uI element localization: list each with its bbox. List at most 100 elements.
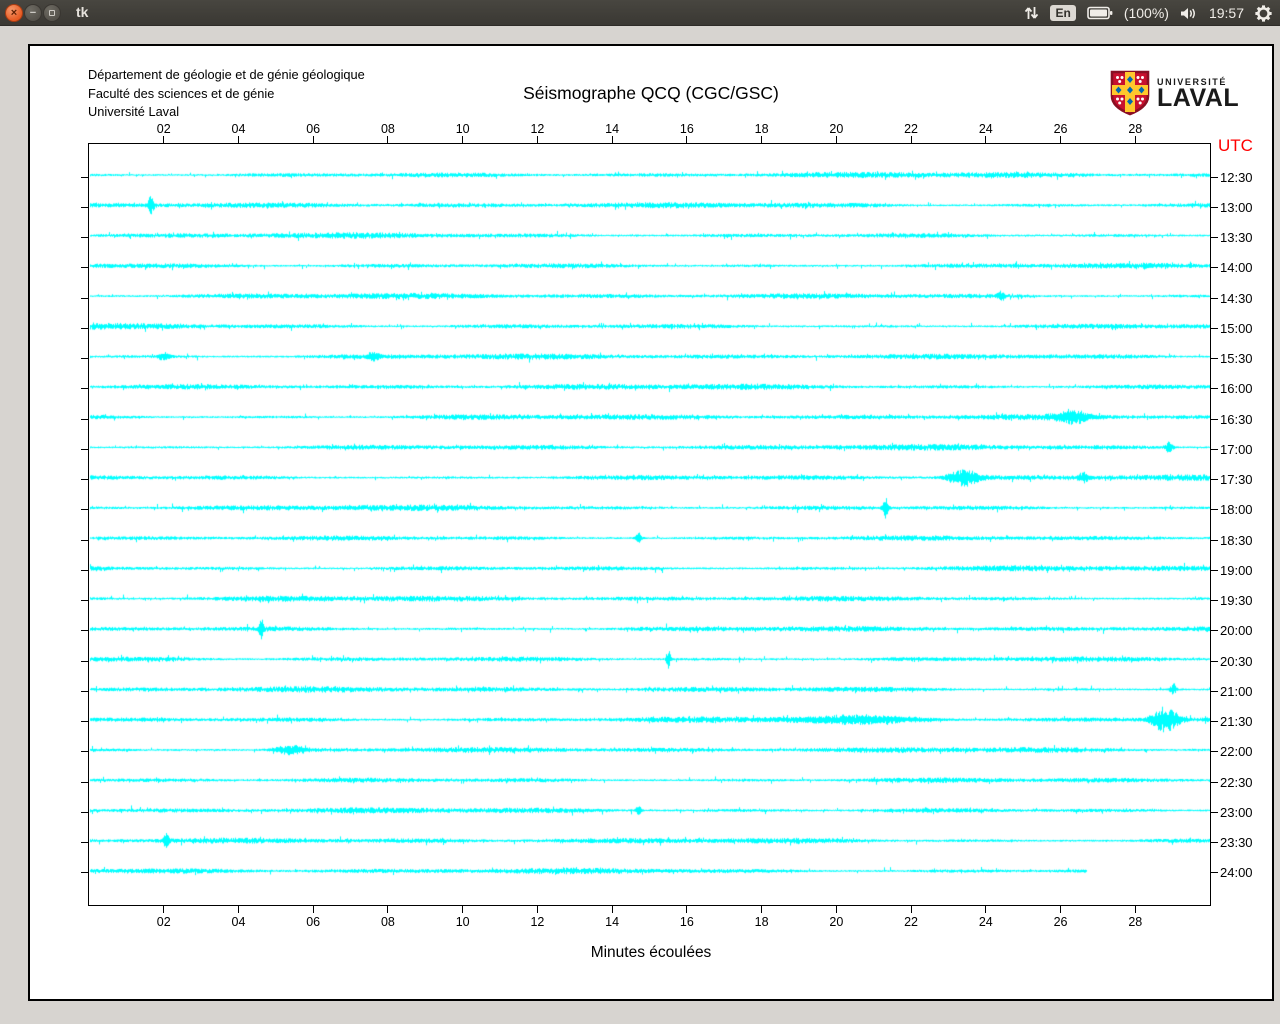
x-tick-label-top: 18: [754, 122, 769, 136]
x-tick-bottom: [387, 906, 389, 913]
x-axis-title: Minutes écoulées: [590, 944, 712, 961]
y-tick-left: [81, 297, 88, 299]
utc-time-label: 15:30: [1220, 351, 1253, 367]
x-tick-label-top: 22: [904, 122, 919, 136]
system-tray: En (100%) 19:57: [1024, 0, 1272, 26]
x-tick-label-bottom: 18: [754, 915, 769, 929]
y-tick-right: [1211, 721, 1218, 723]
y-tick-right: [1211, 811, 1218, 813]
utc-time-label: 22:00: [1220, 744, 1253, 760]
utc-time-label: 13:00: [1220, 199, 1253, 215]
utc-time-label: 12:30: [1220, 169, 1253, 185]
utc-time-label: 23:30: [1220, 835, 1253, 851]
x-tick-label-bottom: 08: [380, 915, 395, 929]
y-tick-right: [1211, 418, 1218, 420]
clock[interactable]: 19:57: [1209, 5, 1244, 21]
y-tick-right: [1211, 176, 1218, 178]
window-title: tk: [76, 4, 89, 20]
x-tick-top: [761, 136, 763, 143]
utc-time-label: 17:00: [1220, 441, 1253, 457]
y-tick-left: [81, 721, 88, 723]
utc-time-label: 18:30: [1220, 532, 1253, 548]
y-tick-right: [1211, 872, 1218, 874]
y-tick-left: [81, 569, 88, 571]
y-tick-left: [81, 630, 88, 632]
helicorder-plot: [88, 143, 1211, 906]
close-button[interactable]: ×: [5, 4, 23, 22]
utc-time-label: 14:30: [1220, 290, 1253, 306]
y-tick-left: [81, 267, 88, 269]
x-tick-label-bottom: 04: [231, 915, 246, 929]
utc-time-label: 18:00: [1220, 502, 1253, 518]
x-tick-bottom: [835, 906, 837, 913]
y-tick-right: [1211, 206, 1218, 208]
y-tick-left: [81, 842, 88, 844]
desktop: { "titlebar": { "title": "tk" }, "tray":…: [0, 0, 1280, 1024]
y-tick-left: [81, 600, 88, 602]
x-tick-top: [835, 136, 837, 143]
org-line-1: Département de géologie et de génie géol…: [88, 67, 365, 82]
page-title: Séismographe QCQ (CGC/GSC): [523, 83, 779, 103]
gear-icon[interactable]: [1255, 4, 1272, 22]
x-tick-label-top: 10: [455, 122, 470, 136]
battery-icon[interactable]: [1087, 6, 1113, 20]
utc-axis-label: UTC: [1218, 136, 1253, 155]
utc-time-label: 17:30: [1220, 472, 1253, 488]
x-tick-label-bottom: 06: [306, 915, 321, 929]
y-tick-left: [81, 690, 88, 692]
x-tick-label-bottom: 24: [978, 915, 993, 929]
y-tick-left: [81, 479, 88, 481]
x-tick-label-top: 20: [829, 122, 844, 136]
y-tick-right: [1211, 781, 1218, 783]
y-tick-right: [1211, 600, 1218, 602]
maximize-icon: [49, 10, 55, 16]
y-tick-left: [81, 539, 88, 541]
y-tick-left: [81, 751, 88, 753]
y-tick-left: [81, 660, 88, 662]
x-tick-top: [536, 136, 538, 143]
x-tick-label-bottom: 16: [679, 915, 694, 929]
utc-time-label: 24:00: [1220, 865, 1253, 881]
window-titlebar: × − tk En (100%) 19:57: [0, 0, 1280, 26]
org-line-3: Université Laval: [88, 104, 180, 119]
y-tick-right: [1211, 539, 1218, 541]
utc-time-label: 23:00: [1220, 804, 1253, 820]
minimize-button[interactable]: −: [24, 4, 42, 22]
x-tick-label-top: 28: [1128, 122, 1143, 136]
y-tick-left: [81, 781, 88, 783]
y-tick-right: [1211, 660, 1218, 662]
updown-arrows-icon[interactable]: [1024, 5, 1039, 21]
x-tick-top: [611, 136, 613, 143]
utc-time-label: 20:00: [1220, 623, 1253, 639]
maximize-button[interactable]: [43, 4, 61, 22]
x-tick-bottom: [312, 906, 314, 913]
x-tick-label-top: 02: [156, 122, 171, 136]
y-tick-left: [81, 448, 88, 450]
y-tick-right: [1211, 751, 1218, 753]
x-tick-label-top: 26: [1053, 122, 1068, 136]
x-tick-label-top: 08: [380, 122, 395, 136]
x-tick-bottom: [686, 906, 688, 913]
logo-laval-text: LAVAL: [1157, 84, 1240, 112]
x-tick-top: [312, 136, 314, 143]
y-tick-right: [1211, 690, 1218, 692]
y-tick-right: [1211, 267, 1218, 269]
y-tick-right: [1211, 509, 1218, 511]
keyboard-layout-indicator[interactable]: En: [1050, 5, 1076, 21]
x-tick-label-bottom: 14: [605, 915, 620, 929]
volume-icon[interactable]: [1180, 6, 1198, 21]
x-tick-label-bottom: 02: [156, 915, 171, 929]
utc-time-label: 16:30: [1220, 411, 1253, 427]
utc-time-label: 19:30: [1220, 593, 1253, 609]
battery-percentage: (100%): [1123, 5, 1169, 21]
y-tick-left: [81, 388, 88, 390]
y-tick-left: [81, 237, 88, 239]
x-tick-label-top: 04: [231, 122, 246, 136]
y-tick-right: [1211, 297, 1218, 299]
x-tick-top: [462, 136, 464, 143]
y-tick-right: [1211, 630, 1218, 632]
x-tick-top: [163, 136, 165, 143]
x-tick-bottom: [985, 906, 987, 913]
x-tick-bottom: [462, 906, 464, 913]
seismogram-traces: [89, 144, 1210, 905]
